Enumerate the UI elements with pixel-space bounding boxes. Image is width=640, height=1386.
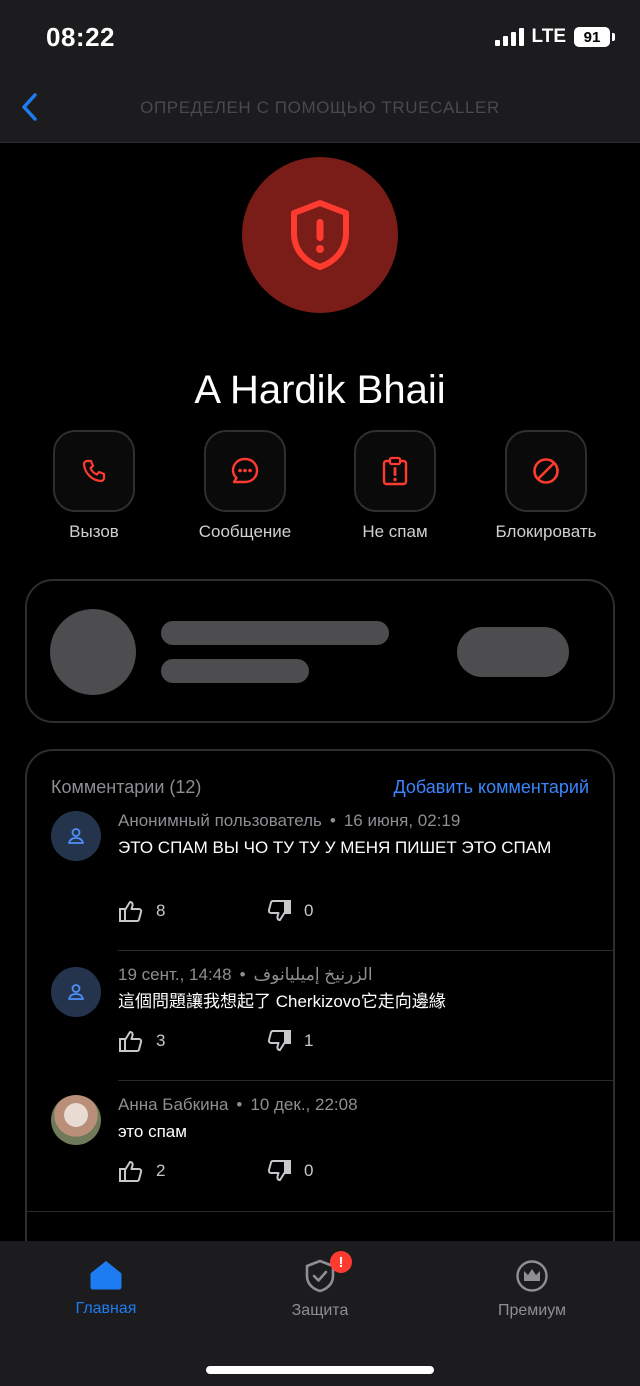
not-spam-button-frame[interactable] — [354, 430, 436, 512]
tab-home-label: Главная — [75, 1300, 137, 1317]
thumbs-up-icon — [119, 1031, 143, 1052]
thumbs-up-icon — [119, 901, 143, 922]
comment-text: ЭТО СПАМ ВЫ ЧО ТУ ТУ У МЕНЯ ПИШЕТ ЭТО СП… — [118, 838, 552, 857]
comment-meta: 19 сент., 14:48 • الزرنيخ إميليانوف — [118, 965, 373, 984]
not-spam-label: Не спам — [362, 522, 428, 541]
comment-date: 16 июня, 02:19 — [343, 811, 461, 830]
dislike-button[interactable]: 1 — [266, 1029, 313, 1053]
user-photo-avatar — [51, 1095, 101, 1145]
nav-title: ОПРЕДЕЛЕН С ПОМОЩЬЮ TRUECALLER — [140, 98, 500, 117]
loading-placeholder-card — [25, 579, 615, 723]
home-icon — [90, 1261, 122, 1290]
dislike-button[interactable]: 0 — [266, 1159, 313, 1183]
thumbs-down-icon — [267, 1030, 291, 1051]
person-icon — [68, 984, 84, 1000]
signal-icon — [494, 28, 524, 46]
comment-date: 10 дек., 22:08 — [250, 1095, 358, 1114]
action-bar: Вызов Сообщение Не спам Блокировать — [0, 430, 640, 550]
anonymous-avatar — [51, 811, 101, 861]
message-button[interactable]: Сообщение — [170, 430, 320, 542]
comment-divider — [118, 950, 615, 951]
placeholder-avatar — [50, 609, 136, 695]
block-button-frame[interactable] — [505, 430, 587, 512]
call-button-frame[interactable] — [53, 430, 135, 512]
status-time: 08:22 — [46, 22, 115, 52]
comment-divider — [118, 1080, 615, 1081]
comment-item: Анонимный пользователь • 16 июня, 02:19 ЭТ… — [27, 809, 615, 951]
anonymous-avatar — [51, 967, 101, 1017]
comment-author: Анонимный пользователь — [118, 811, 322, 830]
like-button[interactable]: 3 — [118, 1029, 165, 1053]
status-bar: 08:22 LTE 91 — [0, 0, 640, 72]
placeholder-line — [161, 621, 389, 645]
call-label: Вызов — [69, 522, 119, 541]
comment-votes: 8 0 — [118, 899, 418, 925]
screen: 08:22 LTE 91 ОПРЕДЕЛЕН С ПОМОЩЬЮ TRUECAL… — [0, 0, 640, 1386]
comment-divider — [27, 1211, 613, 1212]
network-type: LTE — [531, 26, 566, 47]
clipboard-alert-icon — [382, 456, 408, 486]
like-button[interactable]: 8 — [118, 899, 165, 923]
crown-icon — [516, 1260, 548, 1292]
thumbs-down-icon — [267, 1160, 291, 1181]
like-count: 8 — [156, 901, 166, 920]
like-button[interactable]: 2 — [118, 1159, 165, 1183]
tab-protection[interactable]: ! Защита — [230, 1251, 410, 1320]
nav-bar: ОПРЕДЕЛЕН С ПОМОЩЬЮ TRUECALLER — [0, 72, 640, 143]
dislike-button[interactable]: 0 — [266, 899, 313, 923]
spam-avatar — [242, 157, 398, 313]
comment-author: Анна Бабкина — [118, 1095, 229, 1114]
comment-text: 這個問題讓我想起了 Cherkizovo它走向邊緣 — [118, 992, 446, 1011]
block-icon — [533, 458, 559, 484]
comment-item: Анна Бабкина•10 дек., 22:08 это спам 2 — [27, 1095, 615, 1225]
shield-alert-icon — [291, 200, 349, 270]
status-indicators: LTE 91 — [494, 26, 615, 48]
comment-date: 19 сент., 14:48 — [118, 965, 232, 984]
comment-meta: Анна Бабкина • 10 дек., 22:08 — [118, 1095, 358, 1114]
tab-premium[interactable]: Премиум — [442, 1259, 622, 1320]
tab-home[interactable]: Главная — [16, 1259, 196, 1318]
tab-protection-label: Защита — [291, 1302, 349, 1319]
comment-votes: 2 0 — [118, 1159, 418, 1185]
dislike-count: 0 — [304, 901, 314, 920]
not-spam-button[interactable]: Не спам — [320, 430, 470, 542]
home-indicator — [206, 1366, 434, 1374]
chat-bubble-icon — [231, 457, 259, 484]
block-button[interactable]: Блокировать — [471, 430, 621, 542]
like-count: 2 — [156, 1161, 166, 1180]
comment-author: الزرنيخ إميليانوف — [253, 965, 373, 984]
comments-title: Комментарии (12) — [51, 777, 202, 797]
tab-bar: Главная ! Защита Премиум — [0, 1241, 640, 1386]
tab-premium-label: Премиум — [497, 1302, 567, 1319]
thumbs-up-icon — [119, 1161, 143, 1182]
thumbs-down-icon — [267, 900, 291, 921]
block-label: Блокировать — [495, 522, 597, 541]
placeholder-line — [161, 659, 309, 683]
phone-icon — [82, 459, 106, 483]
comment-meta: Анонимный пользователь • 16 июня, 02:19 — [118, 811, 461, 830]
comment-item: 19 сент., 14:48 • الزرنيخ إميليانوف 這個問題讓我… — [27, 965, 615, 1095]
placeholder-button — [457, 627, 569, 677]
battery-icon: 91 — [574, 27, 615, 47]
dislike-count: 1 — [304, 1031, 314, 1050]
contact-name: A Hardik Bhaii — [194, 368, 446, 412]
call-button[interactable]: Вызов — [19, 430, 169, 542]
add-comment-link[interactable]: Добавить комментарий — [393, 777, 589, 798]
battery-level: 91 — [583, 28, 601, 46]
comment-votes: 3 1 — [118, 1029, 418, 1055]
message-label: Сообщение — [198, 522, 292, 541]
dislike-count: 0 — [304, 1161, 314, 1180]
like-count: 3 — [156, 1031, 166, 1050]
person-icon — [68, 828, 84, 844]
message-button-frame[interactable] — [204, 430, 286, 512]
comment-text: это спам — [118, 1122, 187, 1141]
alert-badge: ! — [330, 1251, 352, 1273]
